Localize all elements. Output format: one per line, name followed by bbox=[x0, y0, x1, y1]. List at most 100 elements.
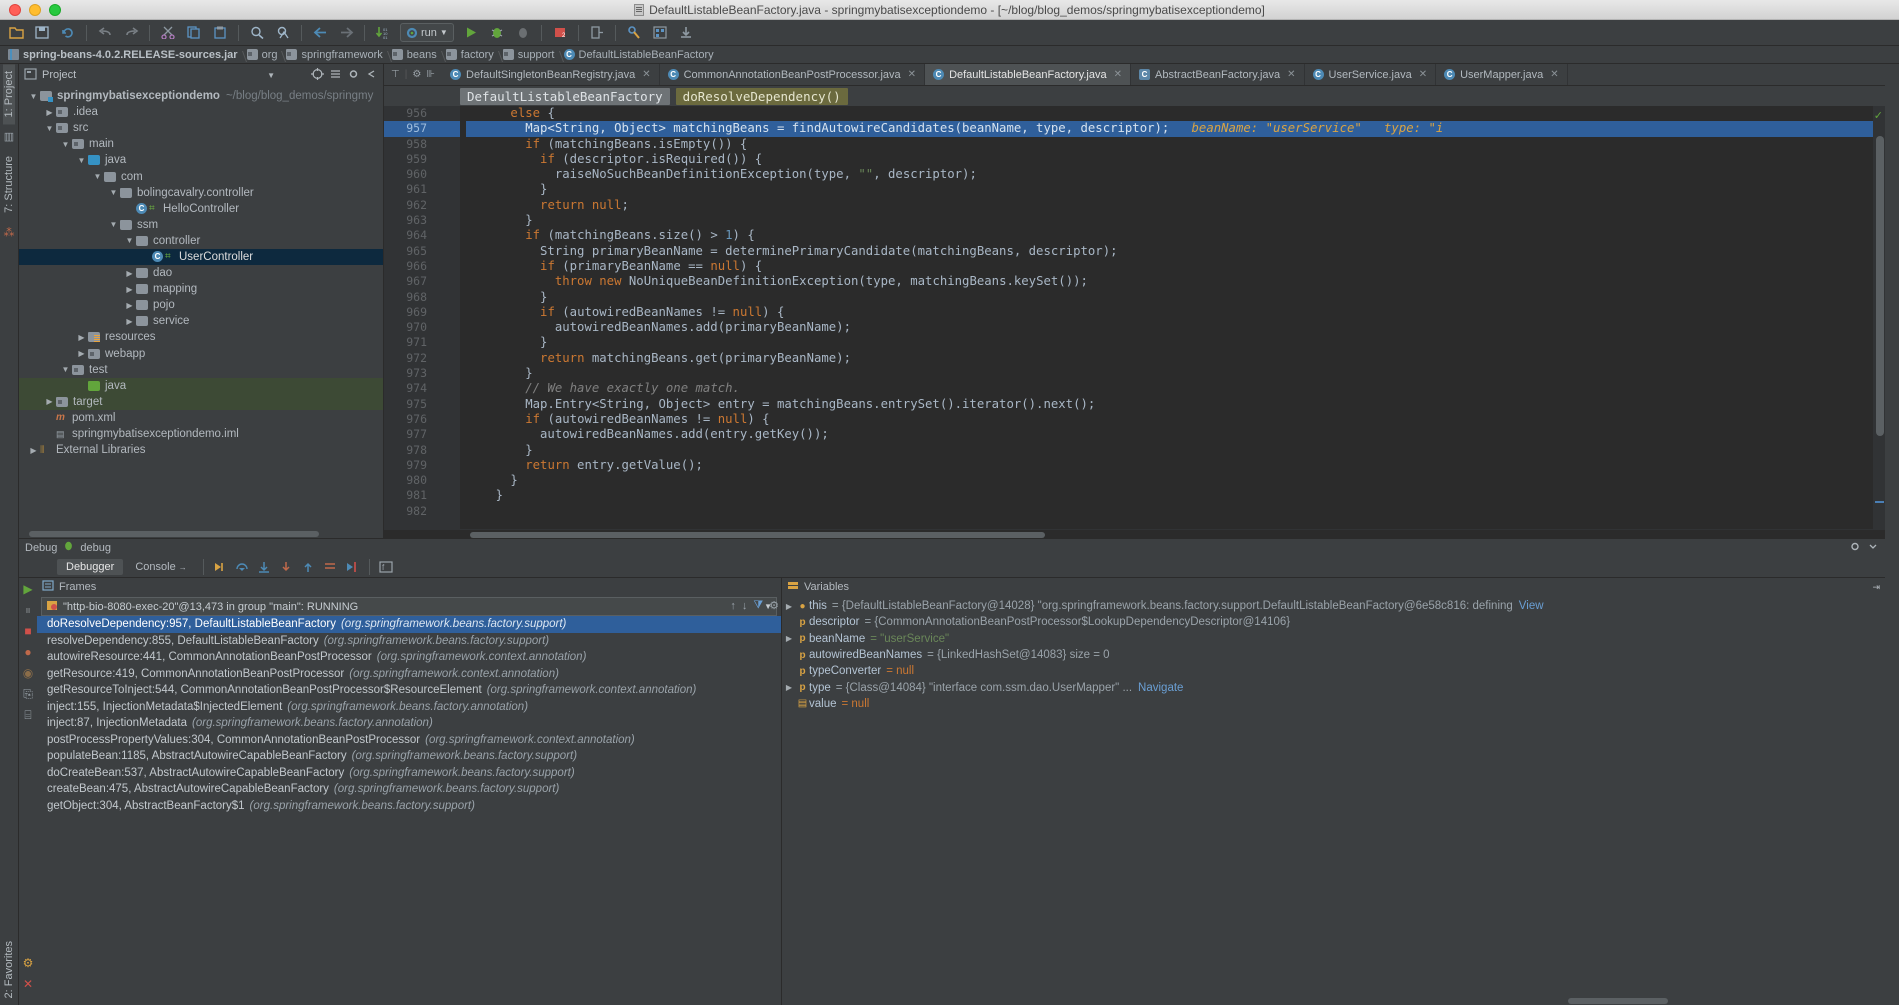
context-method-chip[interactable]: doResolveDependency() bbox=[676, 88, 848, 105]
call-stack-list[interactable]: doResolveDependency:957, DefaultListable… bbox=[37, 616, 781, 1005]
line-number-957[interactable]: 957 bbox=[384, 121, 460, 136]
editor-tab-usermapper-java[interactable]: CUserMapper.java✕ bbox=[1436, 64, 1568, 85]
stack-frame[interactable]: postProcessPropertyValues:304, CommonAnn… bbox=[37, 732, 781, 749]
close-tab-icon[interactable]: ✕ bbox=[642, 69, 650, 80]
stack-frame[interactable]: getObject:304, AbstractBeanFactory$1(org… bbox=[37, 798, 781, 815]
close-icon[interactable]: ✕ bbox=[23, 978, 33, 990]
undo-icon[interactable] bbox=[93, 22, 117, 44]
breadcrumb-item[interactable]: support bbox=[501, 49, 562, 61]
copy-icon[interactable] bbox=[182, 22, 206, 44]
line-number-958[interactable]: 958 bbox=[384, 137, 460, 152]
exit-icon[interactable] bbox=[585, 22, 609, 44]
chevron-down-icon[interactable]: ▼ bbox=[107, 220, 120, 229]
editor-tab-commonannotationbeanpostprocessor-java[interactable]: CCommonAnnotationBeanPostProcessor.java✕ bbox=[660, 64, 925, 85]
line-number-963[interactable]: 963 bbox=[384, 213, 460, 228]
chevron-down-icon[interactable]: ▼ bbox=[123, 236, 136, 245]
tree-node-springmybatisexceptiondemo-iml[interactable]: ▤springmybatisexceptiondemo.iml bbox=[19, 426, 383, 442]
variable-action-link[interactable]: Navigate bbox=[1138, 682, 1183, 694]
variables-horizontal-scrollbar[interactable] bbox=[782, 996, 1885, 1005]
close-tab-icon[interactable]: ✕ bbox=[1419, 69, 1427, 80]
stack-frame[interactable]: doResolveDependency:957, DefaultListable… bbox=[37, 616, 781, 633]
commander-icon[interactable]: ▥ bbox=[4, 130, 14, 143]
chevron-right-icon[interactable]: ▶ bbox=[27, 446, 40, 455]
redo-icon[interactable] bbox=[119, 22, 143, 44]
view-breakpoints-icon[interactable]: ● bbox=[24, 646, 31, 658]
run-icon[interactable] bbox=[459, 22, 483, 44]
stop-icon[interactable]: 2 bbox=[548, 22, 572, 44]
tree-node-java[interactable]: java bbox=[19, 378, 383, 394]
close-tab-icon[interactable]: ✕ bbox=[1114, 69, 1122, 80]
variables-tree[interactable]: ▶●this= {DefaultListableBeanFactory@1402… bbox=[782, 596, 1885, 996]
chevron-right-icon[interactable]: ▶ bbox=[43, 397, 56, 406]
paste-icon[interactable] bbox=[208, 22, 232, 44]
debug-side-actions[interactable]: ▶ ⏸ ■ ● ◉ ⎘ ⌸ ⚙ ✕ bbox=[19, 578, 37, 1005]
code-text-area[interactable]: else { Map<String, Object> matchingBeans… bbox=[460, 106, 1885, 529]
main-toolbar[interactable]: 011001 run ▼ 2 bbox=[0, 20, 1899, 46]
tree-node-ssm[interactable]: ▼ssm bbox=[19, 217, 383, 233]
tree-node-springmybatisexceptiondemo[interactable]: ▼springmybatisexceptiondemo~/blog/blog_d… bbox=[19, 88, 383, 104]
chevron-down-icon[interactable]: ▼ bbox=[440, 28, 448, 37]
variable-row[interactable]: ▶pbeanName= "userService" bbox=[782, 631, 1885, 647]
stack-frame[interactable]: resolveDependency:855, DefaultListableBe… bbox=[37, 633, 781, 650]
project-tool-window[interactable]: Project ▼ ▼springmybatisexceptiondemo~/b… bbox=[19, 64, 384, 538]
line-number-973[interactable]: 973 bbox=[384, 366, 460, 381]
gear-icon[interactable]: ⚙ bbox=[412, 69, 421, 80]
stop-program-icon[interactable]: ■ bbox=[24, 625, 31, 637]
chevron-down-icon[interactable]: ▼ bbox=[75, 156, 88, 165]
sidebar-item-project[interactable]: 1: Project bbox=[3, 64, 15, 124]
open-folder-icon[interactable] bbox=[4, 22, 28, 44]
line-number-967[interactable]: 967 bbox=[384, 274, 460, 289]
drop-frame-icon[interactable] bbox=[321, 558, 340, 575]
line-number-966[interactable]: 966 bbox=[384, 259, 460, 274]
step-into-icon[interactable] bbox=[255, 558, 274, 575]
editor-tab-defaultlistablebeanfactory-java[interactable]: CDefaultListableBeanFactory.java✕ bbox=[925, 64, 1131, 85]
stripe-marker[interactable] bbox=[1875, 501, 1884, 503]
tree-node--idea[interactable]: ▶.idea bbox=[19, 104, 383, 120]
variable-row[interactable]: ▶●this= {DefaultListableBeanFactory@1402… bbox=[782, 598, 1885, 614]
debug-icon[interactable] bbox=[485, 22, 509, 44]
chevron-right-icon[interactable]: ▶ bbox=[782, 634, 796, 643]
line-number-981[interactable]: 981 bbox=[384, 488, 460, 503]
tree-node-pom-xml[interactable]: mpom.xml bbox=[19, 410, 383, 426]
line-number-972[interactable]: 972 bbox=[384, 351, 460, 366]
get-thread-dump-icon[interactable]: ⎘ bbox=[23, 688, 33, 700]
line-number-976[interactable]: 976 bbox=[384, 412, 460, 427]
show-execution-point-icon[interactable] bbox=[211, 558, 230, 575]
debug-tool-window[interactable]: Debug debug Debugger Console → bbox=[19, 538, 1885, 1005]
tree-node-service[interactable]: ▶service bbox=[19, 313, 383, 329]
find-icon[interactable] bbox=[245, 22, 269, 44]
navigation-breadcrumb-bar[interactable]: spring-beans-4.0.2.RELEASE-sources.jar o… bbox=[0, 46, 1899, 64]
run-configuration-selector[interactable]: run ▼ bbox=[400, 23, 454, 42]
chevron-right-icon[interactable]: ▶ bbox=[123, 317, 136, 326]
breadcrumb-item[interactable]: org bbox=[245, 49, 285, 61]
project-structure-icon[interactable] bbox=[648, 22, 672, 44]
tree-node-usercontroller[interactable]: C⌗UserController bbox=[19, 249, 383, 265]
line-number-961[interactable]: 961 bbox=[384, 182, 460, 197]
breadcrumb-item[interactable]: factory bbox=[444, 49, 501, 61]
resume-program-icon[interactable]: ▶ bbox=[23, 583, 32, 595]
editor-vertical-scrollbar[interactable] bbox=[1876, 136, 1884, 436]
settings-gear-icon[interactable]: ⚙ bbox=[23, 957, 34, 969]
line-number-965[interactable]: 965 bbox=[384, 244, 460, 259]
breadcrumb-item[interactable]: spring-beans-4.0.2.RELEASE-sources.jar bbox=[6, 49, 245, 61]
hierarchy-icon[interactable]: ⁂ bbox=[4, 226, 15, 239]
breadcrumb-item[interactable]: beans bbox=[390, 49, 444, 61]
settings-icon[interactable] bbox=[622, 22, 646, 44]
tree-node-controller[interactable]: ▼controller bbox=[19, 233, 383, 249]
stack-frame[interactable]: getResourceToInject:544, CommonAnnotatio… bbox=[37, 682, 781, 699]
project-horizontal-scrollbar[interactable] bbox=[19, 529, 383, 538]
collapse-all-icon[interactable] bbox=[329, 68, 342, 83]
restore-layout-icon[interactable]: ⌸ bbox=[24, 709, 31, 721]
line-number-970[interactable]: 970 bbox=[384, 320, 460, 335]
breadcrumb-item[interactable]: springframework bbox=[284, 49, 389, 61]
settings-gear-icon[interactable] bbox=[347, 68, 360, 83]
tree-node-main[interactable]: ▼main bbox=[19, 136, 383, 152]
line-number-962[interactable]: 962 bbox=[384, 198, 460, 213]
close-tab-icon[interactable]: ✕ bbox=[1287, 69, 1295, 80]
variable-row[interactable]: ptypeConverter= null bbox=[782, 663, 1885, 679]
variable-action-link[interactable]: View bbox=[1519, 600, 1544, 612]
error-stripe-markers[interactable]: ✓ bbox=[1873, 106, 1885, 529]
tree-node-target[interactable]: ▶target bbox=[19, 394, 383, 410]
sidebar-item-structure[interactable]: 7: Structure bbox=[3, 149, 15, 220]
tree-node-webapp[interactable]: ▶webapp bbox=[19, 346, 383, 362]
